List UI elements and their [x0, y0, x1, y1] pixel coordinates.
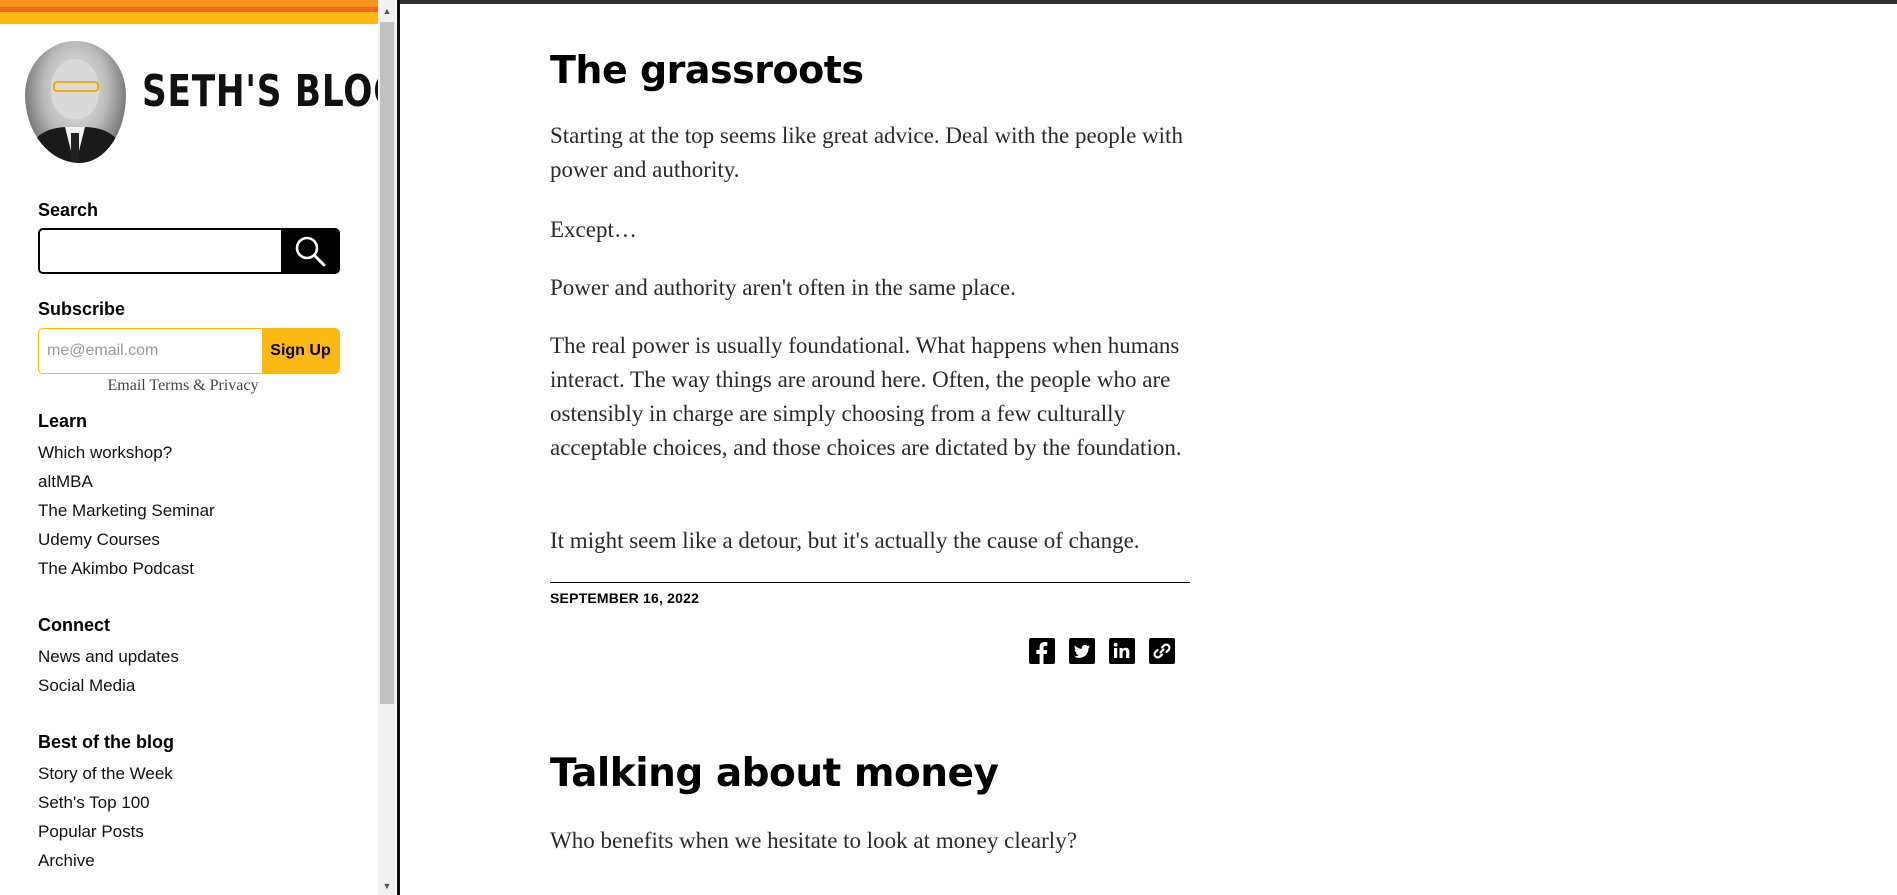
copy-link-button[interactable]: [1149, 638, 1175, 664]
section-heading-connect: Connect: [38, 615, 110, 635]
nav-link-news-and-updates[interactable]: News and updates: [38, 642, 179, 671]
share-twitter-button[interactable]: [1069, 638, 1095, 664]
main-content: The grassroots Starting at the top seems…: [550, 0, 1190, 895]
link-icon: [1153, 643, 1171, 659]
search-button[interactable]: [281, 230, 338, 272]
avatar-tie: [71, 133, 79, 163]
sign-up-button[interactable]: Sign Up: [262, 329, 339, 373]
section-heading-learn: Learn: [38, 411, 88, 431]
nav-link-popular-posts[interactable]: Popular Posts: [38, 817, 173, 846]
nav-link-story-of-the-week[interactable]: Story of the Week: [38, 759, 173, 788]
email-terms-link[interactable]: Email Terms & Privacy: [38, 377, 328, 395]
post-title[interactable]: Talking about money: [550, 751, 999, 796]
post-paragraph: The real power is usually foundational. …: [550, 333, 1182, 460]
site-title[interactable]: SETH'S BLOG: [142, 66, 378, 117]
post-paragraph: Who benefits when we hesitate to look at…: [550, 828, 1077, 853]
header-stripe-yellow: [0, 12, 378, 24]
linkedin-icon: [1113, 642, 1130, 658]
subscribe-label: Subscribe: [38, 299, 126, 319]
search-label: Search: [38, 200, 99, 220]
nav-list-connect: News and updates Social Media: [38, 642, 179, 700]
sidebar: SETH'S BLOG Search Subscribe Sign Up Ema…: [0, 0, 378, 895]
nav-link-which-workshop[interactable]: Which workshop?: [38, 438, 215, 467]
post-paragraph: Except…: [550, 217, 637, 242]
sidebar-divider: [397, 0, 400, 895]
scrollbar-thumb[interactable]: [380, 22, 394, 704]
twitter-icon: [1074, 644, 1090, 658]
header-stripe-orange: [0, 0, 378, 7]
section-heading-best-of-blog: Best of the blog: [38, 732, 174, 752]
post-paragraph: Power and authority aren't often in the …: [550, 275, 1016, 300]
nav-link-udemy-courses[interactable]: Udemy Courses: [38, 525, 215, 554]
scroll-up-arrow-icon[interactable]: ▲: [378, 4, 396, 18]
search-form: [38, 228, 340, 274]
nav-link-altmba[interactable]: altMBA: [38, 467, 215, 496]
scroll-down-arrow-icon[interactable]: ▼: [378, 879, 396, 893]
sidebar-scrollbar[interactable]: ▲ ▼: [378, 0, 396, 895]
avatar-glasses: [53, 81, 99, 92]
nav-link-top-100[interactable]: Seth's Top 100: [38, 788, 173, 817]
nav-link-social-media[interactable]: Social Media: [38, 671, 179, 700]
nav-list-best-of-blog: Story of the Week Seth's Top 100 Popular…: [38, 759, 173, 875]
nav-list-learn: Which workshop? altMBA The Marketing Sem…: [38, 438, 215, 583]
share-linkedin-button[interactable]: [1109, 638, 1135, 664]
post-paragraph: Starting at the top seems like great adv…: [550, 123, 1183, 182]
post-title[interactable]: The grassroots: [550, 48, 864, 92]
nav-link-marketing-seminar[interactable]: The Marketing Seminar: [38, 496, 215, 525]
search-input[interactable]: [40, 230, 281, 272]
email-field[interactable]: [39, 329, 262, 373]
search-icon: [295, 236, 325, 267]
post-divider: [550, 582, 1190, 583]
post-paragraph: It might seem like a detour, but it's ac…: [550, 528, 1140, 553]
facebook-icon: [1036, 642, 1048, 664]
subscribe-form: Sign Up: [38, 328, 340, 374]
post-date[interactable]: SEPTEMBER 16, 2022: [550, 590, 699, 606]
nav-link-archive[interactable]: Archive: [38, 846, 173, 875]
avatar[interactable]: [25, 41, 126, 163]
nav-link-akimbo-podcast[interactable]: The Akimbo Podcast: [38, 554, 215, 583]
share-facebook-button[interactable]: [1029, 638, 1055, 664]
